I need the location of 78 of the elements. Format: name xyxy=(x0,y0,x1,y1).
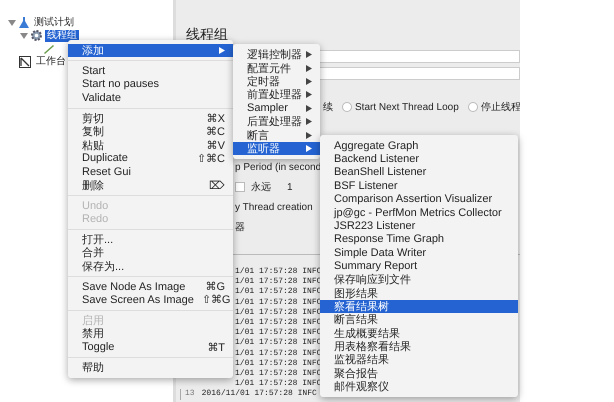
menu-item[interactable]: 剪切 ⌘X xyxy=(68,112,233,125)
menu-item[interactable]: 定时器 xyxy=(233,74,320,88)
radio-button[interactable] xyxy=(342,102,352,112)
menu-item[interactable]: 禁用 xyxy=(68,327,233,340)
loop-count-value: 1 xyxy=(287,182,293,192)
menu-item[interactable]: 前置处理器 xyxy=(233,88,320,102)
log-line: 2016/11/01 17:57:28 INFC xyxy=(202,389,317,398)
panel-title: 线程组 xyxy=(185,26,229,44)
tree-item[interactable]: 线程组 xyxy=(45,30,79,42)
menu-item[interactable]: 察看结果树 xyxy=(320,300,518,314)
menu-item[interactable]: 打开... xyxy=(68,232,233,246)
log-line: 1/01 17:57:28 INFC xyxy=(235,358,322,368)
log-line: 1/01 17:57:28 INFC xyxy=(235,308,322,317)
log-line: 1/01 17:57:28 INFC xyxy=(235,338,322,348)
expanded-arrow-icon[interactable] xyxy=(20,32,28,40)
menu-item[interactable]: 帮助 xyxy=(68,360,233,374)
log-line: 1/01 17:57:28 INFC xyxy=(235,318,322,328)
tree-item[interactable]: 工作台 xyxy=(34,56,68,68)
tree-item[interactable]: 测试计划 xyxy=(32,16,76,28)
log-line: 1/01 17:57:28 INFC xyxy=(235,369,322,378)
log-line: 1/01 17:57:28 INFC xyxy=(235,379,322,388)
log-line: 1/01 17:57:28 INFC xyxy=(235,267,322,276)
menu-item[interactable]: Comparison Assertion Visualizer xyxy=(320,192,518,206)
menu-item[interactable]: Duplicate ⇧⌘C xyxy=(68,152,233,166)
log-line: 1/01 17:57:28 INFC xyxy=(235,287,322,296)
log-line: 1/01 17:57:28 INFC xyxy=(235,298,322,307)
radio-button[interactable] xyxy=(468,102,478,112)
menu-item[interactable]: 合并 xyxy=(68,246,233,260)
menu-item[interactable]: 图形结果 xyxy=(320,286,518,300)
menu-item[interactable]: 生成概要结果 xyxy=(320,326,518,340)
workbench-icon xyxy=(19,56,31,68)
expanded-arrow-icon[interactable] xyxy=(8,18,16,26)
menu-item[interactable]: 删除 ⌦ xyxy=(68,178,233,192)
menu-item[interactable]: JSR223 Listener xyxy=(320,219,518,233)
flask-icon xyxy=(19,16,29,28)
menu-item[interactable]: Toggle ⌘T xyxy=(68,340,233,354)
menu-item[interactable]: Simple Data Writer xyxy=(320,246,518,260)
menu-item[interactable]: BSF Listener xyxy=(320,179,518,193)
menu-item[interactable]: 断言结果 xyxy=(320,313,518,326)
menu-item[interactable]: 监听器 xyxy=(233,142,320,156)
menu-item[interactable]: Start no pauses xyxy=(68,78,233,92)
pencil-icon xyxy=(43,44,55,54)
radio-label: Start Next Thread Loop xyxy=(355,102,459,112)
menu-item[interactable]: 用表格察看结果 xyxy=(320,340,518,354)
menu-item[interactable]: Summary Report xyxy=(320,260,518,273)
line-number: 13 xyxy=(180,389,199,400)
menu-item[interactable]: 添加 xyxy=(68,44,233,58)
menu-item[interactable]: 断言 xyxy=(233,128,320,142)
checkbox-label: y Thread creation xyxy=(235,202,313,212)
menu-item[interactable]: 后置处理器 xyxy=(233,114,320,128)
menu-item[interactable]: 邮件观察仪 xyxy=(320,380,518,394)
menu-item[interactable]: 逻辑控制器 xyxy=(233,48,320,62)
radio-label: 续 xyxy=(323,100,333,114)
menu-item[interactable]: 保存响应到文件 xyxy=(320,272,518,286)
menu-item[interactable]: Validate xyxy=(68,91,233,105)
menu-item[interactable]: Response Time Graph xyxy=(320,232,518,246)
menu-item[interactable]: jp@gc - PerfMon Metrics Collector xyxy=(320,206,518,220)
checkbox-label: 永远 xyxy=(251,180,271,194)
menu-item[interactable]: 配置元件 xyxy=(233,61,320,75)
menu-item[interactable]: 复制 ⌘C xyxy=(68,124,233,138)
section-label: 器 xyxy=(235,221,245,234)
menu-item[interactable]: Save Screen As Image ⇧⌘G xyxy=(68,293,233,307)
menu-item[interactable]: 粘贴 ⌘V xyxy=(68,138,233,152)
menu-item[interactable]: Backend Listener xyxy=(320,152,518,166)
menu-item[interactable]: Start xyxy=(68,64,233,78)
menu-item[interactable]: 保存为... xyxy=(68,259,233,273)
log-line: 1/01 17:57:28 INFC xyxy=(235,277,322,286)
log-line: 1/01 17:57:28 INFC xyxy=(235,348,322,358)
menu-item[interactable]: Aggregate Graph xyxy=(320,139,518,152)
gear-icon xyxy=(31,30,42,41)
menu-item[interactable]: Reset Gui xyxy=(68,165,233,179)
menu-item[interactable]: Sampler xyxy=(233,102,320,115)
menu-item[interactable]: 监视器结果 xyxy=(320,353,518,367)
checkbox[interactable] xyxy=(235,182,245,192)
log-line: 1/01 17:57:28 INFC xyxy=(235,328,322,338)
menu-item[interactable]: BeanShell Listener xyxy=(320,166,518,180)
menu-item[interactable]: 聚合报告 xyxy=(320,366,518,380)
menu-item[interactable]: Save Node As Image ⌘G xyxy=(68,280,233,294)
